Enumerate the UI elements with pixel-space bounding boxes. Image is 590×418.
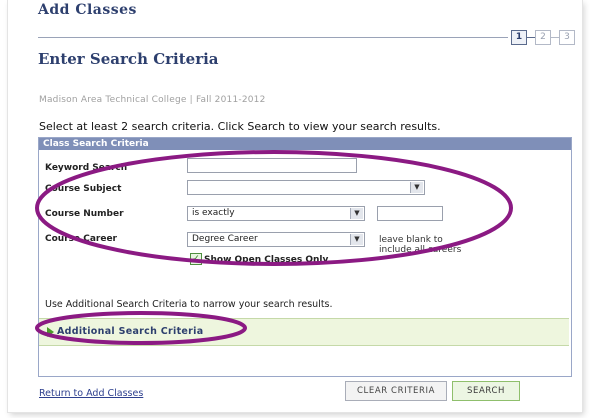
course-career-note: leave blank to include all careers <box>379 235 462 255</box>
course-career-label: Course Career <box>45 234 117 244</box>
page-subtitle: Enter Search Criteria <box>38 50 219 68</box>
clear-criteria-button[interactable]: CLEAR CRITERIA <box>345 381 447 401</box>
triangle-right-icon <box>47 327 54 337</box>
chevron-down-icon[interactable]: ▼ <box>350 208 363 219</box>
institution-term: Madison Area Technical College | Fall 20… <box>39 95 266 105</box>
return-to-add-classes-link[interactable]: Return to Add Classes <box>39 388 143 399</box>
page-header-title: Add Classes <box>38 2 137 18</box>
step-connector <box>551 36 559 38</box>
step-3[interactable]: 3 <box>559 29 575 45</box>
course-number-operator-select[interactable]: is exactly ▼ <box>187 206 365 221</box>
show-open-classes-checkbox[interactable]: ✓ <box>190 253 202 265</box>
checkmark-icon: ✓ <box>192 254 200 264</box>
chevron-down-icon[interactable]: ▼ <box>350 234 363 245</box>
add-classes-page: Add Classes 1 2 3 Enter Search Criteria … <box>8 0 582 412</box>
course-number-input[interactable] <box>377 206 443 221</box>
step-1[interactable]: 1 <box>511 29 527 45</box>
step-connector <box>527 36 535 38</box>
criteria-panel-header: Class Search Criteria <box>39 138 571 150</box>
class-search-criteria-panel: Class Search Criteria Keyword Search Cou… <box>38 137 572 377</box>
course-subject-select[interactable]: ▼ <box>187 180 425 195</box>
additional-search-criteria-toggle[interactable]: Additional Search Criteria <box>39 318 569 346</box>
course-career-value: Degree Career <box>192 234 258 244</box>
show-open-classes-label: Show Open Classes Only <box>204 255 329 265</box>
course-career-select[interactable]: Degree Career ▼ <box>187 232 365 247</box>
chevron-down-icon[interactable]: ▼ <box>410 182 423 193</box>
step-2[interactable]: 2 <box>535 29 551 45</box>
search-instructions: Select at least 2 search criteria. Click… <box>39 120 441 133</box>
course-number-label: Course Number <box>45 209 124 219</box>
course-subject-label: Course Subject <box>45 184 122 194</box>
additional-criteria-hint: Use Additional Search Criteria to narrow… <box>45 299 333 310</box>
step-indicator: 1 2 3 <box>511 29 575 45</box>
course-number-operator-value: is exactly <box>192 208 235 218</box>
additional-search-criteria-label: Additional Search Criteria <box>57 326 204 337</box>
keyword-search-input[interactable] <box>187 158 357 173</box>
keyword-search-label: Keyword Search <box>45 163 128 173</box>
header-divider <box>38 37 508 38</box>
search-button[interactable]: SEARCH <box>452 381 520 401</box>
